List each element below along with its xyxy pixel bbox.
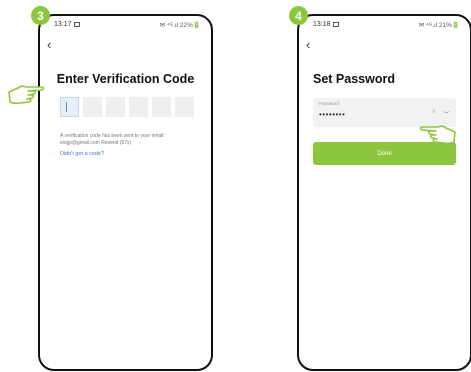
back-chevron-icon[interactable]: ‹ bbox=[47, 38, 51, 51]
code-digit-box[interactable] bbox=[152, 97, 171, 117]
step-badge-4: 4 bbox=[289, 6, 308, 25]
code-digit-box[interactable] bbox=[129, 97, 148, 117]
hint-line-2: exqjp@gmail.com Resend (57s) bbox=[60, 140, 132, 146]
status-bar-left: 13:17 bbox=[54, 21, 80, 28]
step-badge-3: 3 bbox=[31, 6, 50, 25]
phone-screen-verification: 13:17 ✉ ⁴ᴳ.ıl 22%🔋 ‹ Enter Verification … bbox=[38, 14, 213, 371]
verification-hint: A verification code has been sent to you… bbox=[60, 133, 190, 147]
pointing-hand-icon bbox=[8, 85, 45, 105]
status-time: 13:17 bbox=[54, 21, 72, 28]
verification-code-input[interactable] bbox=[60, 97, 194, 117]
phone-screen-set-password: 13:18 ✉ ⁴ᴳ.ıl 21%🔋 ‹ Set Password Passwo… bbox=[297, 14, 471, 371]
didnt-get-code-link[interactable]: Didn't get a code? bbox=[60, 151, 104, 157]
eye-icon[interactable] bbox=[443, 108, 450, 113]
status-bar-right: ✉ ⁴ᴳ.ıl 22%🔋 bbox=[159, 22, 201, 29]
image-notification-icon bbox=[332, 21, 339, 27]
status-bar-right: ✉ ⁴ᴳ.ıl 21%🔋 bbox=[418, 22, 460, 29]
back-chevron-icon[interactable]: ‹ bbox=[306, 38, 310, 51]
hint-line-1: A verification code has been sent to you… bbox=[60, 133, 165, 139]
clear-icon[interactable]: × bbox=[431, 107, 436, 116]
code-digit-box[interactable] bbox=[175, 97, 194, 117]
pointing-hand-icon bbox=[419, 125, 456, 145]
password-value[interactable]: •••••••• bbox=[319, 110, 345, 119]
status-time: 13:18 bbox=[313, 21, 331, 28]
code-digit-box[interactable] bbox=[106, 97, 125, 117]
page-title: Set Password bbox=[313, 72, 395, 86]
password-label: Password bbox=[319, 101, 339, 106]
image-notification-icon bbox=[73, 21, 80, 27]
code-digit-box[interactable] bbox=[83, 97, 102, 117]
status-bar-left: 13:18 bbox=[313, 21, 339, 28]
page-title: Enter Verification Code bbox=[56, 72, 195, 86]
code-digit-box[interactable] bbox=[60, 97, 79, 117]
